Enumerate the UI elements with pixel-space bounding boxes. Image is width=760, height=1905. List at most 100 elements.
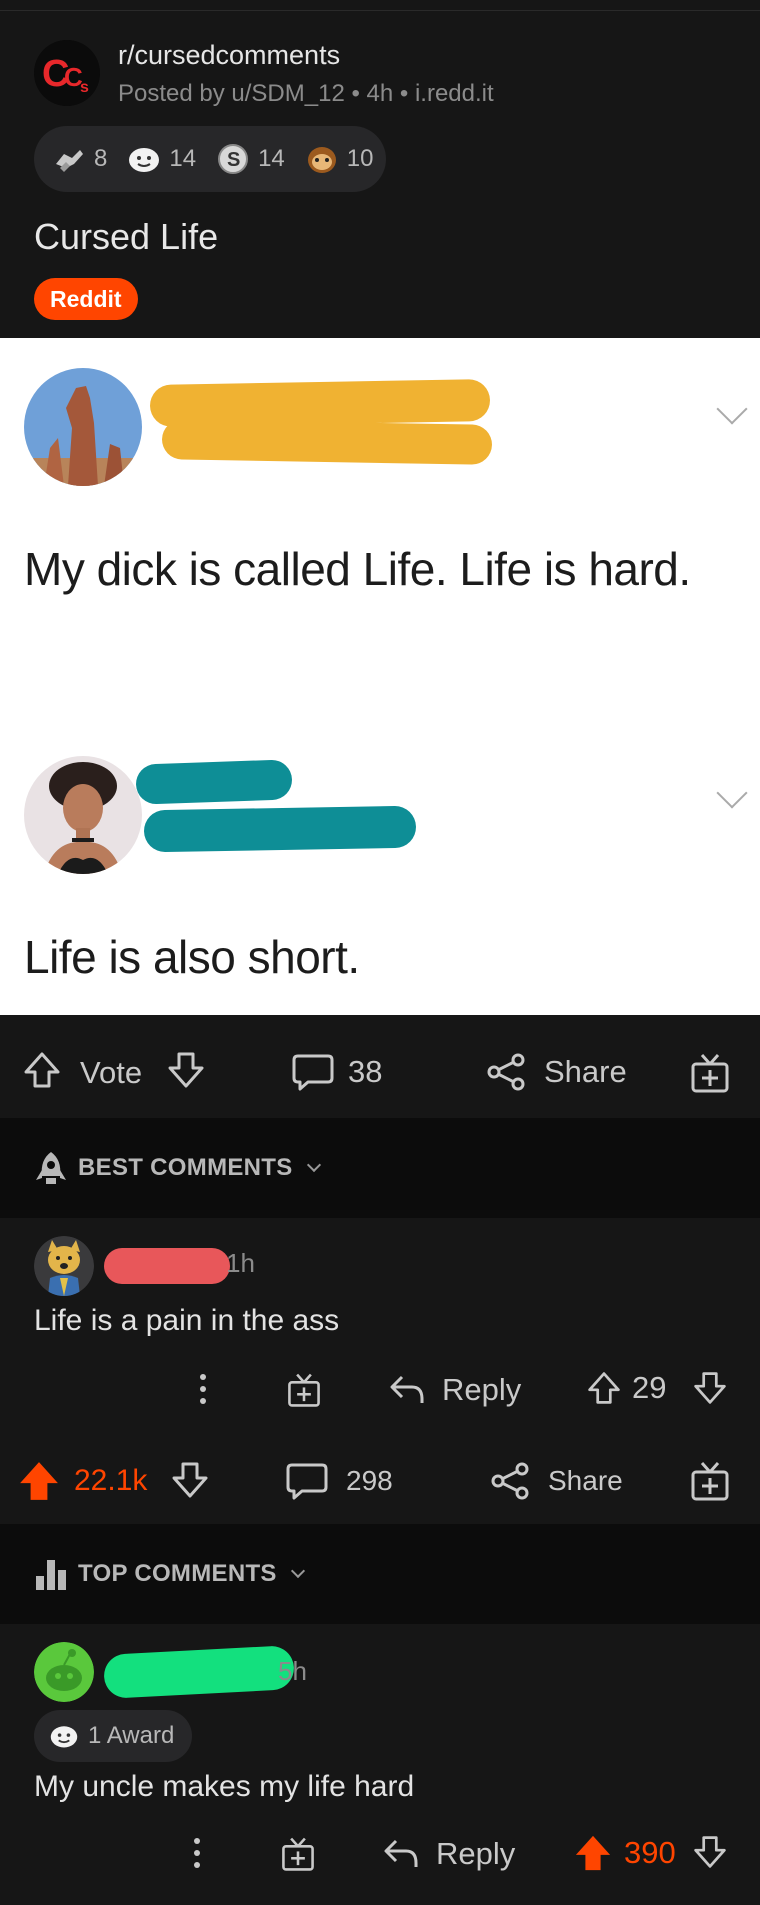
post-meta: Posted by u/SDM_12 • 4h • i.redd.it [118,80,494,107]
top-bars-icon [36,1560,66,1590]
comment-bubble-icon [292,1054,334,1091]
award-count: 14 [258,145,285,172]
redacted-handle-scribble [143,805,417,853]
comment-score: 390 [624,1835,676,1870]
downvote-button[interactable] [170,1460,210,1500]
award-count: 14 [169,145,197,172]
comment-bubble-icon [286,1463,328,1500]
redacted-name-scribble [135,759,293,805]
redacted-handle-scribble [161,419,493,465]
tweet-text: Life is also short. [24,931,360,983]
comment-upvote-button-active[interactable]: 390 [574,1834,676,1872]
tweet-menu-chevron-icon[interactable] [716,393,748,425]
share-button[interactable]: Share [490,1461,623,1501]
reply-label: Reply [442,1372,522,1407]
comments-button[interactable]: 38 [292,1052,382,1092]
reply-label: Reply [436,1836,516,1871]
reply-arrow-icon [384,1839,418,1867]
share-icon [487,1053,525,1091]
award-item: S 14 [216,142,285,176]
more-options-button[interactable] [190,1836,204,1870]
tweet-menu-chevron-icon[interactable] [716,777,748,809]
chevron-down-icon [290,1563,305,1579]
downvote-arrow-icon [694,1372,726,1404]
comment-body: Life is a pain in the ass [34,1304,340,1337]
silver-award-icon: S [218,144,249,174]
downvote-arrow-icon [172,1462,208,1498]
share-button[interactable]: Share [486,1052,627,1092]
chevron-down-icon [306,1157,321,1173]
best-comments-sort[interactable]: BEST COMMENTS [0,1118,760,1218]
post-flair[interactable]: Reddit [34,278,138,320]
subreddit-icon[interactable]: C C s [34,40,100,106]
tweet-avatar-rock [24,368,142,486]
post-score: 22.1k [74,1464,148,1497]
upvote-button-active[interactable]: 22.1k [18,1460,147,1502]
comment-downvote-button[interactable] [692,1834,728,1870]
more-options-button[interactable] [196,1372,210,1406]
downvote-button[interactable] [166,1050,206,1090]
gift-icon [691,1462,729,1501]
gift-icon [282,1837,314,1871]
wholesome-award-icon [50,1726,78,1748]
give-award-button[interactable] [690,1460,730,1502]
redacted-username-scribble [102,1645,296,1699]
more-vertical-icon [200,1374,206,1404]
downvote-arrow-icon [168,1052,204,1088]
comment-upvote-button[interactable]: 29 [586,1370,666,1406]
best-comments-label: BEST COMMENTS [78,1154,293,1181]
post-image[interactable]: My dick is called Life. Life is hard. Li… [0,338,760,1015]
svg-text:S: S [227,149,240,171]
post-title[interactable]: Cursed Life [34,216,218,258]
sloth-award-icon [307,147,336,173]
handshake-award-icon [56,150,83,172]
vote-label: Vote [80,1055,143,1090]
gift-icon [288,1373,320,1407]
give-award-button[interactable] [286,1372,322,1408]
give-award-button[interactable] [690,1052,730,1094]
upvote-button[interactable] [22,1050,62,1090]
award-item: 8 [52,142,107,176]
reply-arrow-icon [390,1375,424,1403]
share-label: Share [544,1054,627,1089]
comment-award-badge[interactable]: 1 Award [34,1710,193,1762]
upvote-arrow-icon [588,1372,620,1404]
redacted-username-scribble [104,1248,230,1284]
comments-count: 38 [348,1054,383,1089]
wholesome-award-icon [129,148,160,172]
upvote-arrow-icon [24,1052,60,1088]
avatar[interactable] [34,1236,94,1296]
svg-text:s: s [80,79,89,96]
more-vertical-icon [194,1838,200,1868]
comment-body: My uncle makes my life hard [34,1770,415,1803]
top-comments-label: TOP COMMENTS [78,1560,277,1587]
award-count: 10 [346,145,374,172]
comment-time: 1h [226,1248,255,1278]
award-item: 14 [127,142,196,176]
upvote-arrow-icon [20,1462,58,1500]
tweet-avatar-person [24,756,142,874]
avatar[interactable] [34,1642,94,1702]
upvote-arrow-icon [575,1835,611,1871]
subreddit-name[interactable]: r/cursedcomments [118,40,340,71]
tweet-text: My dick is called Life. Life is hard. [24,543,691,595]
comments-button[interactable]: 298 [286,1461,393,1501]
award-label: 1 Award [88,1722,175,1749]
reply-button[interactable]: Reply [382,1836,515,1872]
award-count: 8 [94,145,108,172]
downvote-arrow-icon [694,1836,726,1868]
comment-score: 29 [632,1370,667,1405]
comment-time: 5h [278,1656,307,1686]
rocket-icon [36,1152,66,1184]
top-comments-sort[interactable]: TOP COMMENTS [0,1524,760,1624]
gift-icon [691,1054,729,1093]
share-label: Share [548,1465,623,1496]
give-award-button[interactable] [280,1836,316,1872]
share-icon [491,1462,529,1500]
comments-count: 298 [346,1465,393,1496]
award-item: 10 [305,142,374,176]
reply-button[interactable]: Reply [388,1372,521,1408]
top-divider [0,10,760,11]
comment-downvote-button[interactable] [692,1370,728,1406]
awards-row[interactable]: 8 14 S 14 10 [34,126,386,192]
